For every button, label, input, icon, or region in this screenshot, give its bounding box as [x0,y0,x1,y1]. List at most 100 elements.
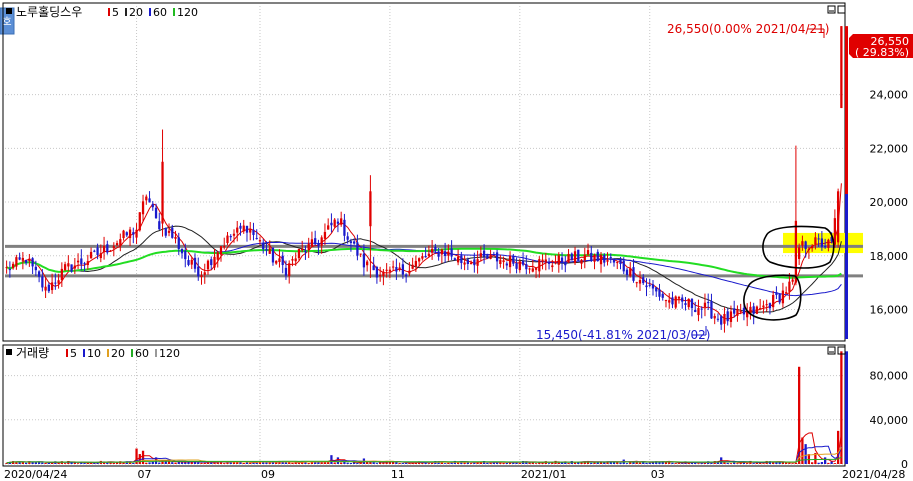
price-tick-label: 18,000 [870,250,909,263]
candle-body [206,260,210,270]
candle-body [476,259,479,266]
volume-bar [200,462,203,464]
volume-bar [288,462,291,464]
candle-body [811,246,814,249]
volume-bar [463,462,466,464]
candle-body [658,289,661,297]
candle-body [190,259,193,265]
candle-body [210,259,213,266]
volume-bar [791,463,794,464]
candle-body [135,229,138,238]
candle-body [47,284,50,292]
candle-body [417,258,421,262]
price-tick-label: 24,000 [870,89,909,102]
legend-label: 20 [129,6,143,19]
volume-bar [762,463,765,464]
candle-body [184,250,187,260]
candle-body [340,218,343,225]
legend-label: 5 [70,347,77,360]
volume-bar [619,462,622,464]
candle-body [736,309,739,316]
candle-body [791,279,794,282]
volume-bar [349,463,353,464]
candle-body [495,252,499,262]
candle-body [538,259,541,272]
candle-body [726,311,729,322]
panel-square-icon [6,8,12,14]
candle-body [89,251,93,259]
candle-body [60,268,63,281]
candle-body [804,241,807,250]
candle-body [788,281,791,292]
volume-bar [41,462,44,464]
date-label: 09 [261,468,275,481]
candle-body [443,251,447,257]
volume-bar [823,457,827,464]
candle-body [288,263,291,277]
candle-body [330,222,333,226]
volume-bar [333,462,336,464]
volume-bar [190,461,193,464]
volume-bar [645,462,648,464]
candle-body [512,255,515,264]
volume-bar [827,462,830,464]
candle-body [635,282,638,284]
candle-body [593,254,596,262]
candle-body [775,292,778,295]
candle-body [424,255,427,258]
candle-body [385,269,388,271]
candle-body [544,259,547,262]
candle-body [450,248,453,257]
volume-bar [671,462,674,464]
volume-bar [736,463,739,464]
candle-body [414,260,418,267]
candle-body [642,277,645,284]
candle-body [226,235,229,244]
candle-body [528,268,531,270]
candle-body [518,261,521,271]
candle-body [655,287,658,292]
candle-body [119,239,122,246]
volume-bar [203,462,206,464]
volume-title: 거래량 [16,346,49,360]
candle-body [86,261,89,266]
legend-swatch [149,8,151,16]
candle-body [785,292,788,294]
candle-body [541,259,544,263]
candle-body [310,239,314,247]
candle-body [440,249,444,255]
candle-body [603,254,606,263]
candle-body [167,230,171,233]
candle-body [193,257,197,269]
candle-body [398,267,401,270]
candle-body [109,250,112,252]
candle-body [369,191,372,227]
candle-body [557,255,560,265]
candle-body [681,297,684,302]
candle-body [833,218,837,245]
candle-body [379,275,382,277]
candle-body [375,267,379,278]
candle-body [651,284,655,289]
volume-tick-label: 80,000 [870,370,909,383]
volume-bar [820,462,824,464]
candle-body [697,308,700,316]
candle-body [447,251,450,256]
candle-body [814,237,817,245]
candle-body [320,237,323,246]
candle-body [486,253,489,259]
candle-body [616,262,619,264]
candle-body [125,232,128,236]
candle-body [106,244,109,253]
candle-body [216,252,219,260]
candle-body [236,227,239,233]
candle-body [580,259,583,264]
candle-body [752,306,755,314]
volume-bar [297,462,301,464]
candle-body [336,221,340,224]
volume-bar [404,463,408,464]
candle-body [96,247,99,256]
volume-bar [505,462,508,464]
candle-body [21,257,25,261]
candle-body [794,220,798,283]
